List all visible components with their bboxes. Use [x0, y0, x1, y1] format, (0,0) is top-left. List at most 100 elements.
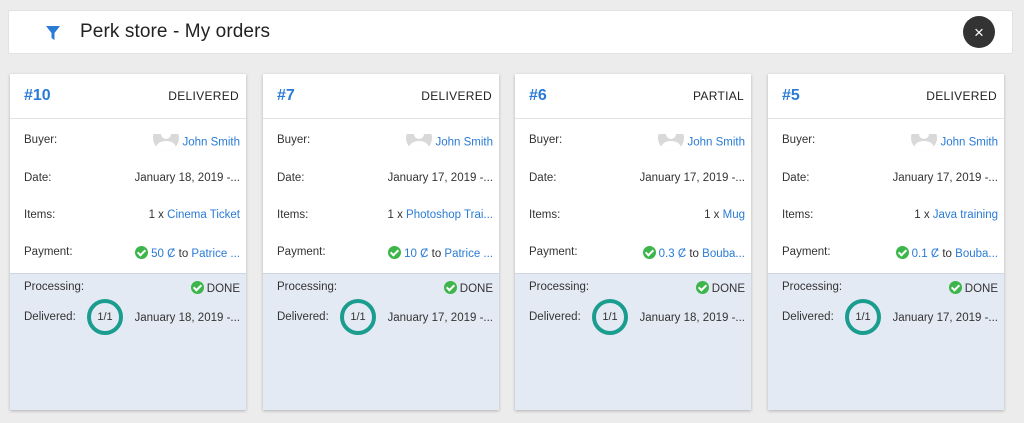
payment-amount[interactable]: 10 Ȼ: [404, 248, 428, 260]
page-title: Perk store - My orders: [80, 21, 271, 42]
delivered-date: January 17, 2019 -...: [892, 312, 998, 324]
delivery-panel: Processing: DONE Delivered: 1/1 January …: [10, 273, 246, 410]
processing-label: Processing:: [277, 281, 338, 293]
filter-icon[interactable]: [45, 24, 61, 42]
item-link[interactable]: Photoshop Trai...: [406, 209, 493, 221]
processing-status: DONE: [459, 283, 493, 295]
payment-label: Payment:: [277, 246, 326, 258]
header-bar: Perk store - My orders ×: [8, 10, 1013, 54]
payment-to: to: [942, 248, 952, 260]
order-card[interactable]: #7 DELIVERED Buyer: John Smith Date: Jan…: [263, 74, 499, 410]
check-icon: [190, 281, 204, 294]
payment-to: to: [689, 248, 699, 260]
date-row: Date: January 17, 2019 -...: [263, 168, 499, 188]
payment-label: Payment:: [24, 246, 73, 258]
order-card[interactable]: #5 DELIVERED Buyer: John Smith Date: Jan…: [768, 74, 1004, 410]
date-label: Date:: [277, 172, 305, 184]
check-icon: [695, 281, 709, 294]
buyer-label: Buyer:: [277, 134, 311, 146]
order-card[interactable]: #6 PARTIAL Buyer: John Smith Date: Janua…: [515, 74, 751, 410]
payment-row: Payment: 50 Ȼ to Patrice ...: [10, 242, 246, 262]
check-icon: [388, 246, 402, 259]
order-card-header: #7 DELIVERED: [263, 74, 499, 119]
item-quantity: 1 x: [914, 209, 930, 221]
item-quantity: 1 x: [148, 209, 164, 221]
buyer-link[interactable]: John Smith: [182, 137, 240, 149]
check-icon: [948, 281, 962, 294]
buyer-row: Buyer: John Smith: [768, 130, 1004, 151]
check-icon: [135, 246, 149, 259]
items-row: Items: 1 x Cinema Ticket: [10, 205, 246, 225]
payment-row: Payment: 0.1 Ȼ to Bouba...: [768, 242, 1004, 262]
buyer-label: Buyer:: [24, 134, 58, 146]
order-id[interactable]: #6: [529, 87, 547, 105]
close-button[interactable]: ×: [963, 16, 995, 48]
delivery-panel: Processing: DONE Delivered: 1/1 January …: [263, 273, 499, 410]
delivery-progress: 1/1: [855, 311, 871, 323]
buyer-row: Buyer: John Smith: [263, 130, 499, 151]
delivery-progress-ring: 1/1: [845, 299, 881, 335]
processing-label: Processing:: [782, 281, 843, 293]
order-status: DELIVERED: [926, 89, 997, 103]
delivery-progress: 1/1: [350, 311, 366, 323]
delivery-progress-ring: 1/1: [340, 299, 376, 335]
items-row: Items: 1 x Photoshop Trai...: [263, 205, 499, 225]
items-label: Items:: [24, 209, 56, 221]
date-row: Date: January 18, 2019 -...: [10, 168, 246, 188]
processing-label: Processing:: [529, 281, 590, 293]
order-card-header: #10 DELIVERED: [10, 74, 246, 119]
payment-amount[interactable]: 0.3 Ȼ: [659, 248, 687, 260]
item-quantity: 1 x: [704, 209, 720, 221]
payment-recipient[interactable]: Bouba...: [702, 248, 745, 260]
order-id[interactable]: #7: [277, 87, 295, 105]
delivered-label: Delivered:: [277, 311, 329, 323]
payment-to: to: [178, 248, 189, 260]
items-label: Items:: [529, 209, 561, 221]
buyer-link[interactable]: John Smith: [940, 137, 998, 149]
order-card[interactable]: #10 DELIVERED Buyer: John Smith Date: Ja…: [10, 74, 246, 410]
processing-status: DONE: [964, 283, 998, 295]
date-label: Date:: [529, 172, 557, 184]
delivered-date: January 18, 2019 -...: [134, 312, 240, 324]
buyer-label: Buyer:: [782, 134, 816, 146]
order-status: DELIVERED: [168, 89, 239, 103]
order-date: January 17, 2019 -...: [892, 172, 998, 184]
delivered-label: Delivered:: [24, 311, 76, 323]
delivery-panel: Processing: DONE Delivered: 1/1 January …: [768, 273, 1004, 410]
order-date: January 17, 2019 -...: [387, 172, 493, 184]
date-label: Date:: [782, 172, 810, 184]
avatar: [406, 134, 433, 151]
check-icon: [443, 281, 457, 294]
payment-to: to: [431, 248, 442, 260]
items-row: Items: 1 x Mug: [515, 205, 751, 225]
payment-label: Payment:: [782, 246, 831, 258]
delivered-date: January 17, 2019 -...: [387, 312, 493, 324]
order-date: January 18, 2019 -...: [134, 172, 240, 184]
buyer-link[interactable]: John Smith: [435, 137, 493, 149]
delivered-label: Delivered:: [782, 311, 834, 323]
delivery-panel: Processing: DONE Delivered: 1/1 January …: [515, 273, 751, 410]
payment-recipient[interactable]: Patrice ...: [444, 248, 493, 260]
buyer-label: Buyer:: [529, 134, 563, 146]
payment-amount[interactable]: 0.1 Ȼ: [912, 248, 940, 260]
delivery-progress-ring: 1/1: [592, 299, 628, 335]
buyer-link[interactable]: John Smith: [687, 137, 745, 149]
order-id[interactable]: #5: [782, 87, 800, 105]
payment-amount[interactable]: 50 Ȼ: [151, 248, 175, 260]
check-icon: [895, 246, 909, 259]
processing-label: Processing:: [24, 281, 85, 293]
order-status: PARTIAL: [692, 89, 744, 103]
payment-recipient[interactable]: Bouba...: [955, 248, 998, 260]
item-link[interactable]: Java training: [933, 209, 998, 221]
item-link[interactable]: Cinema Ticket: [167, 209, 240, 221]
payment-recipient[interactable]: Patrice ...: [191, 248, 240, 260]
items-label: Items:: [277, 209, 309, 221]
delivered-label: Delivered:: [529, 311, 581, 323]
check-icon: [642, 246, 656, 259]
order-card-header: #6 PARTIAL: [515, 74, 751, 119]
item-link[interactable]: Mug: [723, 209, 745, 221]
order-id[interactable]: #10: [24, 87, 51, 105]
order-status: DELIVERED: [421, 89, 492, 103]
avatar: [153, 134, 180, 151]
buyer-row: Buyer: John Smith: [515, 130, 751, 151]
